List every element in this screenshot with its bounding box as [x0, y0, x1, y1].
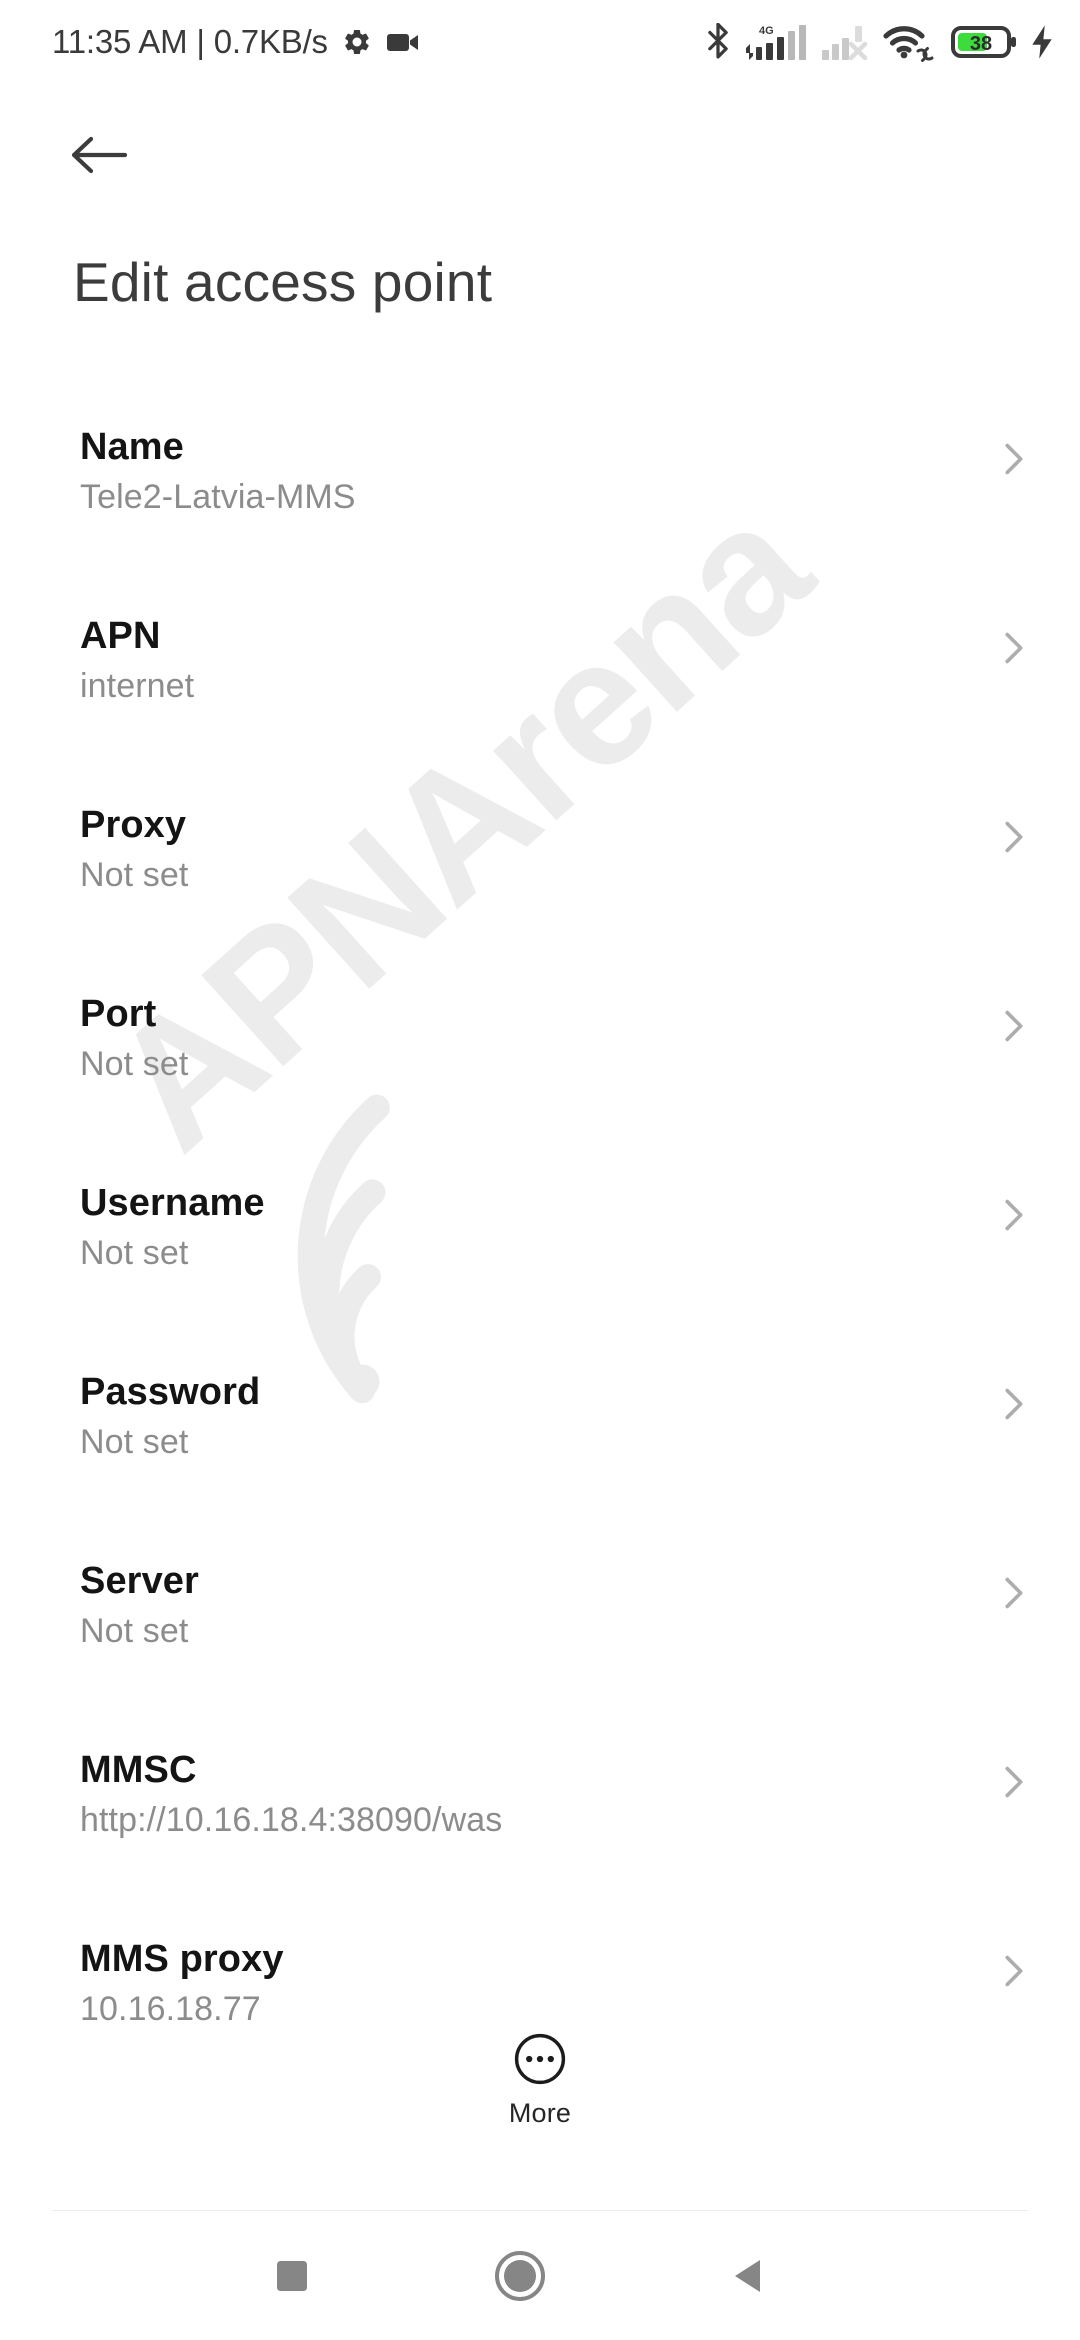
video-camera-icon: [386, 34, 418, 51]
list-item-username[interactable]: Username Not set: [0, 1180, 1080, 1369]
chevron-right-icon: [1005, 821, 1023, 853]
more-label: More: [508, 2098, 572, 2128]
chevron-right-icon: [1005, 1766, 1023, 1798]
gear-icon: [345, 29, 369, 55]
chevron-right-icon: [1005, 1010, 1023, 1042]
list-item-apn[interactable]: APN internet: [0, 613, 1080, 802]
navigation-bar: [0, 2212, 1080, 2340]
row-title: Port: [80, 993, 157, 1035]
page-title: Edit access point: [73, 251, 493, 313]
chevron-right-icon: [1005, 443, 1023, 475]
charging-bolt-icon: [1032, 25, 1052, 59]
row-title: MMS proxy: [80, 1938, 284, 1980]
phone-screen: APNArena 11:35 AM | 0.7KB/s 4G 38 Edit a…: [0, 0, 1080, 2340]
row-title: Server: [80, 1560, 199, 1602]
row-title: MMSC: [80, 1749, 197, 1791]
row-text: Username Not set: [80, 1180, 265, 1275]
list-item-port[interactable]: Port Not set: [0, 991, 1080, 1180]
row-value: Tele2-Latvia-MMS: [80, 478, 356, 516]
row-text: Password Not set: [80, 1369, 260, 1464]
row-text: Name Tele2-Latvia-MMS: [80, 424, 356, 519]
chevron-right-icon: [1005, 1388, 1023, 1420]
status-bar-left: 11:35 AM | 0.7KB/s: [52, 23, 420, 61]
chevron-right-icon: [1005, 1577, 1023, 1609]
row-value: Not set: [80, 1612, 189, 1650]
row-value: http://10.16.18.4:38090/was: [80, 1801, 503, 1839]
list-item-server[interactable]: Server Not set: [0, 1558, 1080, 1747]
signal-sim2-no-service-icon: [822, 26, 868, 61]
arrow-left-icon: [71, 136, 128, 174]
row-value: internet: [80, 667, 195, 705]
row-value: 10.16.18.77: [80, 1990, 261, 2028]
chevron-right-icon: [1005, 1955, 1023, 1987]
more-button[interactable]: More: [0, 2032, 1080, 2129]
row-title: Name: [80, 426, 184, 468]
chevron-right-icon: [1005, 632, 1023, 664]
list-item-mmsc[interactable]: MMSC http://10.16.18.4:38090/was: [0, 1747, 1080, 1936]
status-bar: 11:35 AM | 0.7KB/s 4G 38: [0, 0, 1080, 84]
row-text: MMSC http://10.16.18.4:38090/was: [80, 1747, 502, 1842]
signal-4g-icon: 4G: [746, 25, 806, 60]
wifi-icon: [883, 26, 934, 62]
nav-recents-button[interactable]: [232, 2212, 352, 2340]
nav-back-button[interactable]: [688, 2212, 808, 2340]
status-clock: 11:35 AM | 0.7KB/s: [52, 23, 328, 60]
battery-icon: 38: [951, 26, 1016, 58]
row-value: Not set: [80, 856, 189, 894]
chevron-right-icon: [1005, 1199, 1023, 1231]
row-text: Server Not set: [80, 1558, 199, 1653]
list-item-proxy[interactable]: Proxy Not set: [0, 802, 1080, 991]
circle-home-icon: [495, 2251, 545, 2301]
nav-divider: [52, 2210, 1028, 2211]
row-title: Username: [80, 1182, 265, 1224]
row-value: Not set: [80, 1234, 189, 1272]
row-value: Not set: [80, 1045, 189, 1083]
row-value: Not set: [80, 1423, 189, 1461]
list-item-name[interactable]: Name Tele2-Latvia-MMS: [0, 424, 1080, 613]
row-text: Port Not set: [80, 991, 188, 1086]
list-item-password[interactable]: Password Not set: [0, 1369, 1080, 1558]
more-dots-circle-icon: [514, 2033, 566, 2085]
row-title: APN: [80, 615, 161, 657]
square-recents-icon: [277, 2261, 307, 2291]
row-text: Proxy Not set: [80, 802, 188, 897]
back-button[interactable]: [62, 118, 136, 192]
svg-text:4G: 4G: [759, 25, 774, 37]
row-text: MMS proxy 10.16.18.77: [80, 1936, 284, 2031]
row-text: APN internet: [80, 613, 194, 708]
status-bar-right: 4G 38: [705, 22, 1054, 62]
row-title: Proxy: [80, 804, 187, 846]
triangle-back-icon: [735, 2260, 760, 2292]
bluetooth-icon: [708, 23, 728, 59]
nav-home-button[interactable]: [460, 2212, 580, 2340]
svg-text:38: 38: [970, 33, 992, 55]
row-title: Password: [80, 1371, 261, 1413]
